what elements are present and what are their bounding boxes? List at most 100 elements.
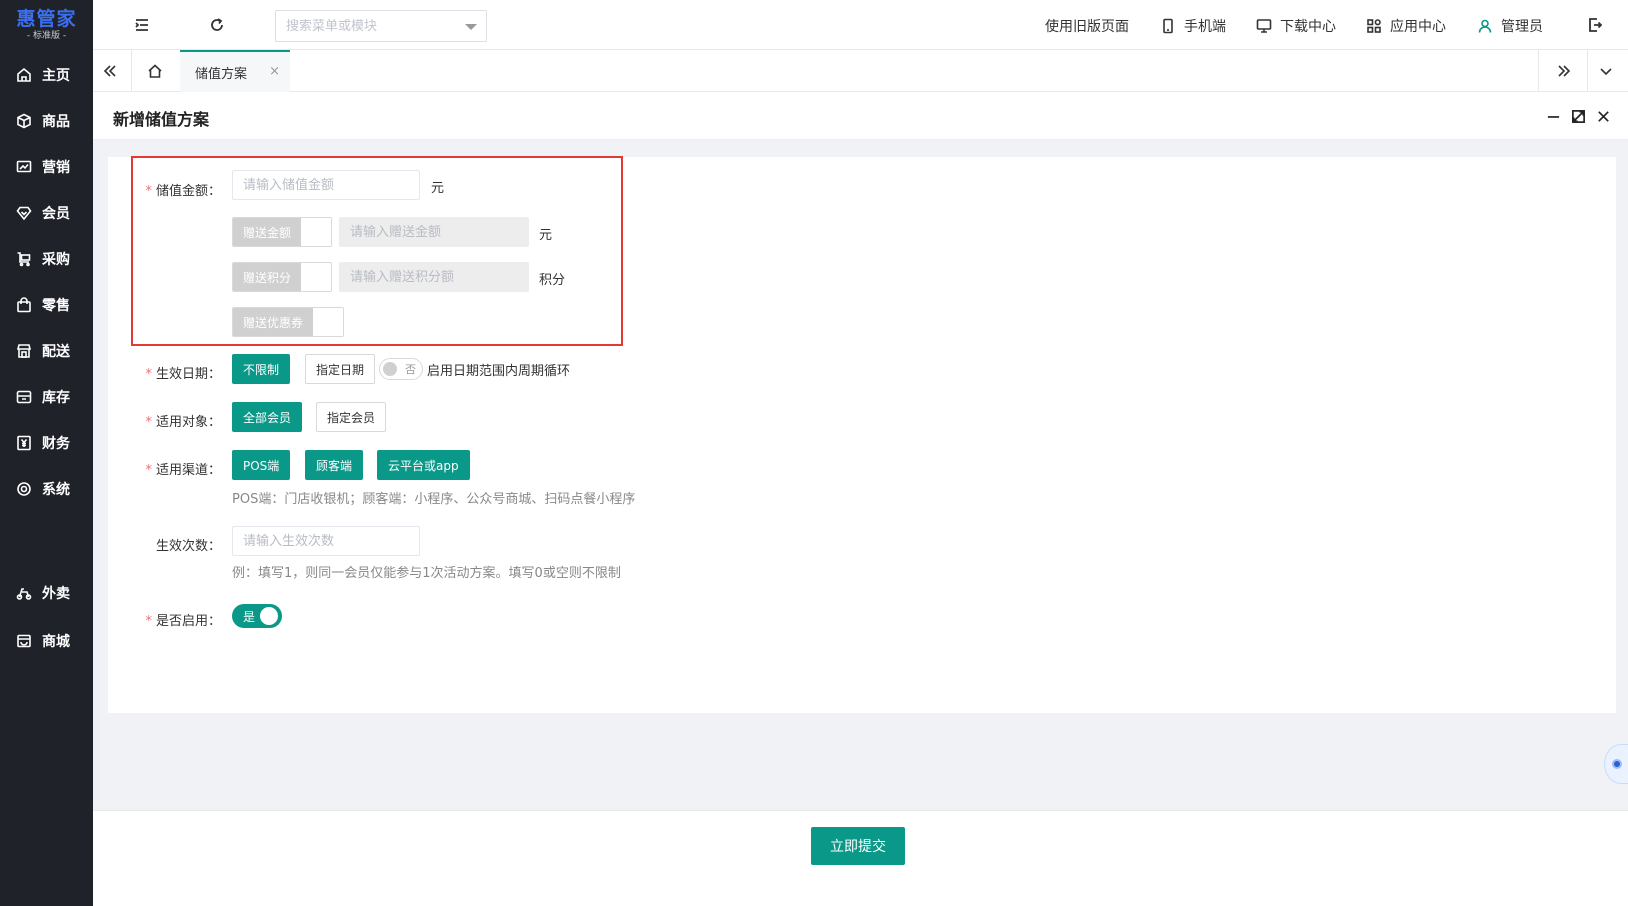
double-chevron-right-icon[interactable] xyxy=(1553,60,1575,82)
sidebar-item-label: 系统 xyxy=(42,482,70,498)
toggle-knob xyxy=(260,607,278,625)
times-hint: 例：填写1，则同一会员仅能参与1次活动方案。填写0或空则不限制 xyxy=(232,566,621,581)
effective-date-label-text: 生效日期： xyxy=(155,367,221,382)
gift-points-switch[interactable]: 赠送积分 xyxy=(232,262,333,292)
gift-amount-switch-label: 赠送金额 xyxy=(233,218,302,246)
sidebar-item-label: 主页 xyxy=(42,68,70,84)
assistant-robot-icon[interactable] xyxy=(1604,744,1628,784)
sidebar-item-takeout[interactable]: 外卖 xyxy=(0,576,93,610)
date-unlimited-button[interactable]: 不限制 xyxy=(232,354,291,384)
brand-logo[interactable]: 惠管家 - 标准版 - xyxy=(0,0,93,50)
sidebar-item-member[interactable]: 会员 xyxy=(0,196,93,230)
amount-input[interactable] xyxy=(232,170,420,200)
enabled-label: * 是否启用： xyxy=(101,610,221,629)
sidebar-item-finance[interactable]: 财务 xyxy=(0,426,93,460)
gift-amount-input[interactable] xyxy=(339,217,529,247)
home-tab-icon[interactable] xyxy=(144,60,166,82)
amount-unit: 元 xyxy=(431,181,445,196)
top-bar: 使用旧版页面 手机端 下载中心 应用中心 管理员 xyxy=(93,0,1628,50)
diamond-icon xyxy=(15,204,33,222)
toggle-knob xyxy=(383,362,397,376)
double-chevron-left-icon[interactable] xyxy=(99,60,121,82)
maximize-icon[interactable] xyxy=(1568,106,1588,126)
gift-coupon-switch-label: 赠送优惠券 xyxy=(233,308,314,336)
minimize-icon[interactable] xyxy=(1543,106,1563,126)
sidebar-item-system[interactable]: 系统 xyxy=(0,472,93,506)
settings-icon xyxy=(15,480,33,498)
sidebar-item-goods[interactable]: 商品 xyxy=(0,104,93,138)
store-icon xyxy=(15,342,33,360)
close-icon[interactable] xyxy=(1593,106,1613,126)
enabled-toggle-text: 是 xyxy=(243,610,256,624)
mobile-link[interactable]: 手机端 xyxy=(1160,16,1226,36)
admin-user-link[interactable]: 管理员 xyxy=(1477,16,1543,36)
sidebar-item-marketing[interactable]: 营销 xyxy=(0,150,93,184)
channel-hint: POS端：门店收银机；顾客端：小程序、公众号商城、扫码点餐小程序 xyxy=(232,492,636,507)
sidebar-item-label: 商城 xyxy=(42,634,70,650)
switch-knob xyxy=(301,263,332,291)
search-input[interactable] xyxy=(286,18,461,34)
yen-icon xyxy=(15,434,33,452)
sidebar-item-purchase[interactable]: 采购 xyxy=(0,242,93,276)
submit-button[interactable]: 立即提交 xyxy=(811,827,905,865)
channel-pos-button[interactable]: POS端 xyxy=(232,450,291,480)
gift-points-switch-label: 赠送积分 xyxy=(233,263,302,291)
close-icon[interactable]: × xyxy=(269,64,280,79)
sidebar-item-home[interactable]: 主页 xyxy=(0,58,93,92)
footer-bar: 立即提交 xyxy=(93,810,1628,906)
tab-stored-value-plan[interactable]: 储值方案 × xyxy=(180,50,290,92)
sidebar-item-mall[interactable]: 商城 xyxy=(0,624,93,658)
date-specified-button[interactable]: 指定日期 xyxy=(305,354,376,384)
scooter-icon xyxy=(15,584,33,602)
logout-icon[interactable] xyxy=(1584,14,1606,36)
switch-knob xyxy=(313,308,344,336)
target-all-button[interactable]: 全部会员 xyxy=(232,402,303,432)
page-header: 新增储值方案 xyxy=(93,92,1628,140)
channel-cloud-app-button[interactable]: 云平台或app xyxy=(377,450,470,480)
channel-label-text: 适用渠道： xyxy=(155,463,221,478)
gift-amount-switch[interactable]: 赠送金额 xyxy=(232,217,333,247)
enabled-toggle[interactable]: 是 xyxy=(232,604,282,628)
times-input[interactable] xyxy=(232,526,420,556)
sidebar-item-delivery[interactable]: 配送 xyxy=(0,334,93,368)
enabled-label-text: 是否启用： xyxy=(155,614,221,629)
target-label: * 适用对象： xyxy=(101,411,221,430)
phone-icon xyxy=(1163,18,1173,34)
amount-label-text: 储值金额： xyxy=(155,184,221,199)
bag-icon xyxy=(15,296,33,314)
inventory-icon xyxy=(15,388,33,406)
required-mark: * xyxy=(145,184,152,199)
required-mark: * xyxy=(145,463,152,478)
divider xyxy=(1587,50,1588,92)
gift-coupon-switch[interactable]: 赠送优惠券 xyxy=(232,307,345,337)
cart-icon xyxy=(15,250,33,268)
sidebar-item-label: 库存 xyxy=(42,390,70,406)
sidebar: 惠管家 - 标准版 - 主页 商品 营销 会员 采购 零售 配送 库存 财务 系… xyxy=(0,0,93,906)
channel-customer-button[interactable]: 顾客端 xyxy=(305,450,364,480)
old-version-link[interactable]: 使用旧版页面 xyxy=(1045,16,1129,36)
required-mark: * xyxy=(145,367,152,382)
menu-toggle-icon[interactable] xyxy=(131,14,153,36)
refresh-icon[interactable] xyxy=(206,14,228,36)
gift-amount-unit: 元 xyxy=(539,228,553,243)
app-center-link[interactable]: 应用中心 xyxy=(1366,16,1446,36)
tab-label: 储值方案 xyxy=(195,66,248,82)
cycle-label: 启用日期范围内周期循环 xyxy=(427,364,571,379)
chevron-down-icon[interactable] xyxy=(1595,60,1617,82)
amount-label: * 储值金额： xyxy=(101,180,221,199)
switch-knob xyxy=(301,218,332,246)
gift-points-input[interactable] xyxy=(339,262,529,292)
target-specified-button[interactable]: 指定会员 xyxy=(316,402,387,432)
sidebar-item-label: 会员 xyxy=(42,206,70,222)
sidebar-item-retail[interactable]: 零售 xyxy=(0,288,93,322)
trend-icon xyxy=(15,158,33,176)
cycle-toggle[interactable]: 否 xyxy=(379,358,423,380)
menu-search[interactable] xyxy=(275,10,487,42)
sidebar-item-inventory[interactable]: 库存 xyxy=(0,380,93,414)
app-center-label: 应用中心 xyxy=(1390,19,1446,35)
chevron-down-icon[interactable] xyxy=(465,24,477,30)
target-label-text: 适用对象： xyxy=(155,415,221,430)
times-label: 生效次数： xyxy=(101,535,221,554)
download-center-link[interactable]: 下载中心 xyxy=(1256,16,1336,36)
download-center-label: 下载中心 xyxy=(1280,19,1336,35)
